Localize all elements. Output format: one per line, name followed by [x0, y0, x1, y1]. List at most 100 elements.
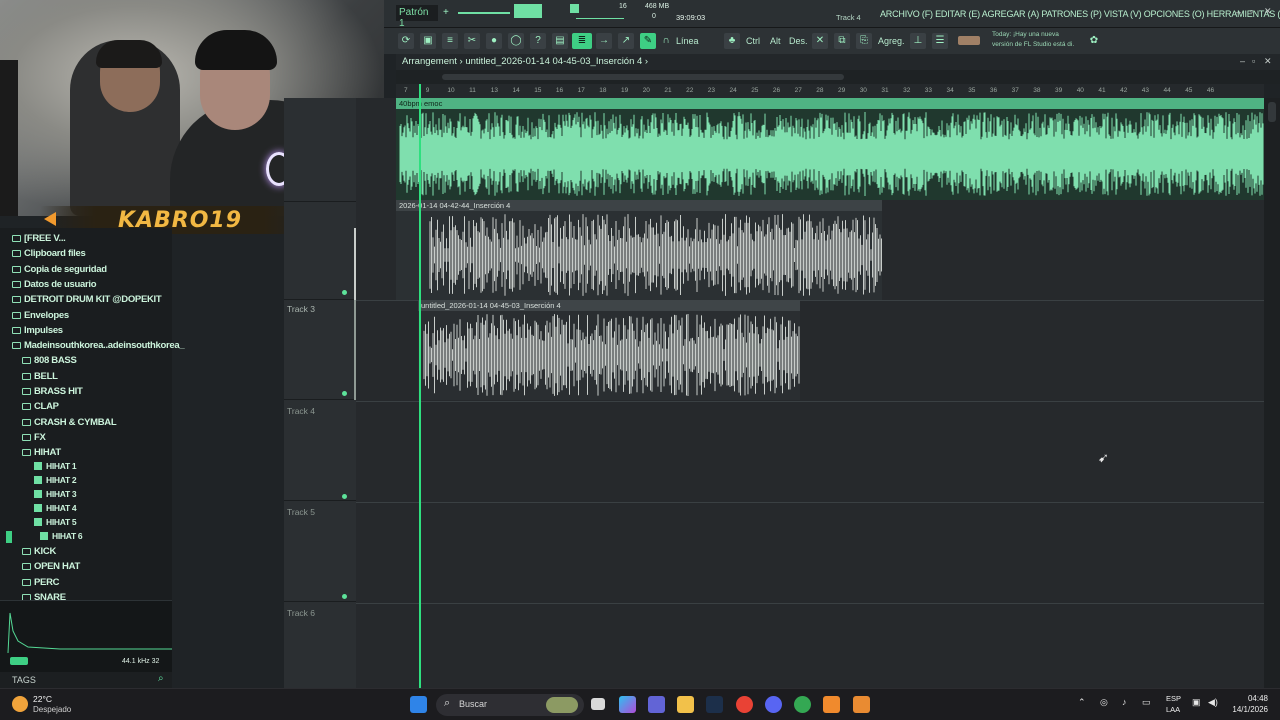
tool-des[interactable]: Des.	[789, 36, 808, 46]
weather-icon[interactable]	[12, 696, 28, 712]
taskbar-search[interactable]: ⌕ Buscar	[436, 694, 584, 716]
horizontal-scroll[interactable]	[396, 70, 1280, 84]
clip-beat[interactable]: 40bpm emoc	[396, 98, 1264, 200]
tags-bar[interactable]: TAGS	[0, 672, 172, 688]
browser-item[interactable]: KICK	[22, 546, 56, 561]
close-tool-icon[interactable]: ✕	[812, 33, 828, 49]
windows-start-icon[interactable]	[410, 696, 427, 713]
tray-monitor-icon[interactable]: ▭	[1142, 697, 1151, 708]
file-explorer-icon[interactable]	[677, 696, 694, 713]
browser-item[interactable]: HIHAT	[22, 447, 61, 462]
browser-item[interactable]: BRASS HIT	[22, 386, 83, 401]
track-1-header[interactable]	[284, 98, 356, 202]
list-icon[interactable]: ☰	[932, 33, 948, 49]
main-menu[interactable]: ARCHIVO (F) EDITAR (E) AGREGAR (A) PATRO…	[880, 9, 1280, 19]
track-3-led[interactable]	[342, 391, 347, 396]
mic-icon[interactable]: ●	[486, 33, 502, 49]
clip-vocal-1[interactable]: 2026-01-14 04-42-44_Inserción 4	[396, 200, 882, 300]
tray-mic-icon[interactable]: ♪	[1122, 697, 1127, 707]
fl-studio-2-icon[interactable]	[853, 696, 870, 713]
weather-desc[interactable]: Despejado	[33, 705, 71, 714]
arrangement-breadcrumb[interactable]: Arrangement › untitled_2026-01-14 04-45-…	[396, 54, 1280, 70]
tray-app-icon[interactable]: ◎	[1100, 697, 1108, 708]
loop-icon[interactable]: ⟳	[398, 33, 414, 49]
arrow-right-icon[interactable]: →	[596, 33, 612, 49]
keyboard-layout[interactable]: LAA	[1166, 705, 1180, 714]
teams-icon[interactable]	[648, 696, 665, 713]
stamp-icon[interactable]: ♣	[724, 33, 740, 49]
browser-item[interactable]: CLAP	[22, 401, 59, 416]
browser-item[interactable]: HIHAT 5	[34, 517, 77, 532]
browser-item[interactable]: Datos de usuario	[12, 279, 97, 294]
chrome-icon[interactable]	[736, 696, 753, 713]
browser-item[interactable]: HIHAT 6	[40, 531, 83, 546]
playhead[interactable]	[419, 84, 421, 688]
browser-item[interactable]: HIHAT 1	[34, 461, 77, 476]
browser-item[interactable]: Copia de seguridad	[12, 264, 107, 279]
browser-item[interactable]: FX	[22, 432, 46, 447]
pattern-selector[interactable]: Patrón 1	[396, 5, 438, 29]
slide-icon[interactable]: ↗	[618, 33, 634, 49]
browser-item[interactable]: HIHAT 3	[34, 489, 77, 504]
help-icon[interactable]: ?	[530, 33, 546, 49]
network-icon[interactable]: ▣	[1192, 697, 1201, 708]
clock[interactable]: 04:48	[1232, 694, 1268, 703]
tool-agreg[interactable]: Agreg.	[878, 36, 905, 46]
browser-item[interactable]: Envelopes	[12, 310, 69, 325]
minimize-icon[interactable]: –	[1236, 7, 1241, 17]
date[interactable]: 14/1/2026	[1222, 705, 1268, 714]
playlist-close-icon[interactable]: ✕	[1264, 56, 1272, 67]
track-2-led[interactable]	[342, 290, 347, 295]
weather-temp[interactable]: 22°C	[33, 694, 52, 704]
steam-icon[interactable]	[706, 696, 723, 713]
snap-icon[interactable]: ≣	[572, 33, 592, 49]
copilot-icon[interactable]	[619, 696, 636, 713]
browser-item[interactable]: Clipboard files	[12, 248, 86, 263]
track-2-header[interactable]	[284, 202, 356, 300]
add-pattern-icon[interactable]: +	[443, 7, 449, 18]
playlist-minimize-icon[interactable]: –	[1240, 56, 1245, 66]
knob-icon[interactable]: ⊥	[910, 33, 926, 49]
track-5-header[interactable]: Track 5	[284, 501, 356, 602]
maximize-icon[interactable]: ▫	[1250, 6, 1253, 16]
browser-item[interactable]: DETROIT DRUM KIT @DOPEKIT	[12, 294, 162, 309]
browser-item[interactable]: HIHAT 2	[34, 475, 77, 490]
chrome-profile-icon[interactable]	[794, 696, 811, 713]
browser-item[interactable]: BELL	[22, 371, 58, 386]
track-4-led[interactable]	[342, 494, 347, 499]
browser-item[interactable]: Madeinsouthkorea..adeinsouthkorea_	[12, 340, 185, 355]
update-icon[interactable]: ✿	[1086, 33, 1102, 49]
language[interactable]: ESP	[1166, 694, 1181, 703]
track-3-header[interactable]: Track 3	[284, 300, 356, 400]
browser-item[interactable]: Impulses	[12, 325, 63, 340]
track-5-led[interactable]	[342, 594, 347, 599]
discord-icon[interactable]	[765, 696, 782, 713]
browser-item[interactable]: [FREE V...	[12, 233, 66, 248]
vertical-scroll[interactable]	[1264, 98, 1280, 688]
search-icon[interactable]: ⌕	[158, 673, 164, 684]
browser-item[interactable]: 808 BASS	[22, 355, 77, 370]
tool-alt[interactable]: Alt	[770, 36, 781, 46]
vscroll-thumb[interactable]	[1268, 102, 1276, 122]
line-mode[interactable]: Línea	[676, 36, 699, 46]
master-volume-slider[interactable]	[458, 12, 510, 14]
track-4-header[interactable]: Track 4	[284, 400, 356, 501]
magnet-icon[interactable]: ∩	[660, 33, 672, 49]
fl-studio-icon[interactable]	[823, 696, 840, 713]
timeline-ruler[interactable]: 7 9 10 11 13 14 15 16 17 18 19 20 21 22 23 24 25 26 27 28 29…	[396, 84, 1264, 98]
tool-ctrl[interactable]: Ctrl	[746, 36, 760, 46]
playlist-icon[interactable]: ▤	[552, 33, 568, 49]
browser-item[interactable]: HIHAT 4	[34, 503, 77, 518]
piano-icon[interactable]	[958, 36, 980, 45]
track-6-header[interactable]: Track 6	[284, 602, 356, 688]
cut-icon[interactable]: ✂	[464, 33, 480, 49]
browser-item[interactable]: PERC	[22, 577, 60, 592]
paste-icon[interactable]: ⎘	[856, 33, 872, 49]
draw-icon[interactable]: ✎	[640, 33, 656, 49]
clip-vocal-2[interactable]: untitled_2026-01-14 04-45-03_Inserción 4	[418, 300, 800, 400]
browser-item[interactable]: OPEN HAT	[22, 561, 80, 576]
browser-item[interactable]: CRASH & CYMBAL	[22, 417, 117, 432]
playlist-maximize-icon[interactable]: ▫	[1252, 56, 1255, 66]
chat-icon[interactable]: ◯	[508, 33, 524, 49]
preview-play-icon[interactable]	[10, 657, 28, 665]
